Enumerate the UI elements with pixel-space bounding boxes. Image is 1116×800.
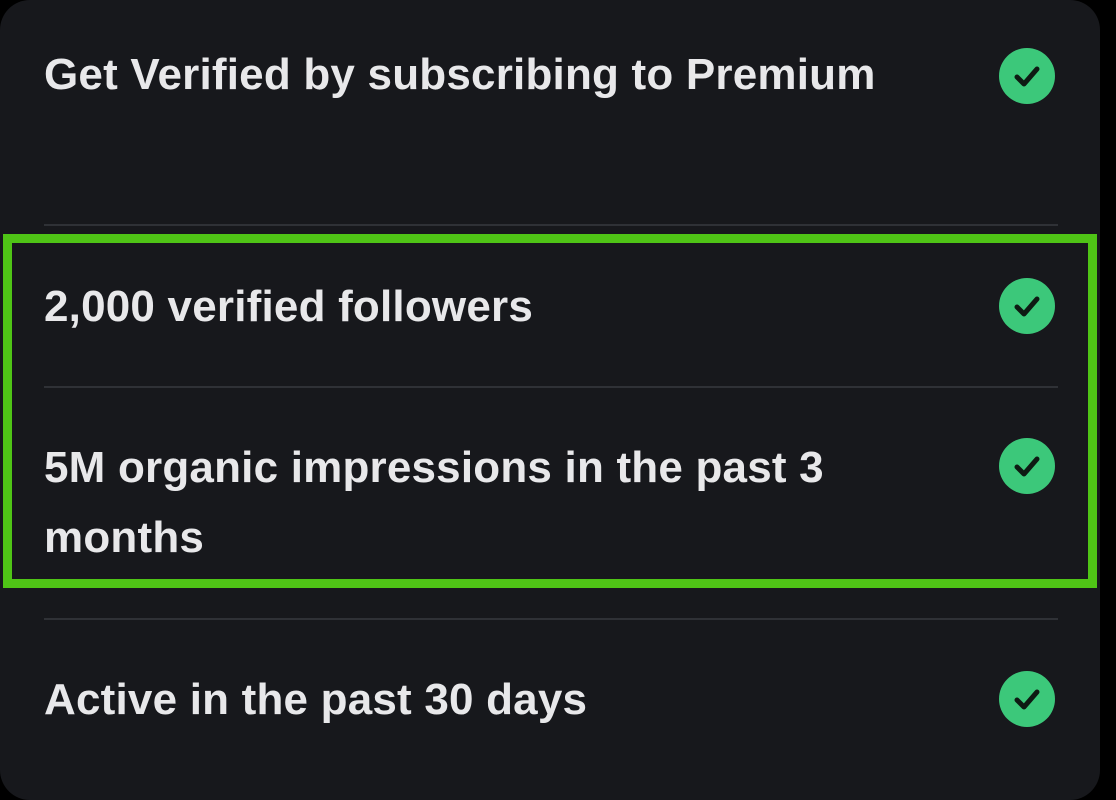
requirement-label: Active in the past 30 days — [44, 675, 588, 724]
requirements-panel: Get Verified by subscribing to Premium 2… — [0, 0, 1100, 800]
requirement-label: 5M organic impressions in the past 3 mon… — [44, 443, 824, 562]
requirement-row-verified-followers: 2,000 verified followers — [0, 226, 1100, 386]
check-circle-icon — [999, 48, 1055, 104]
requirement-row-active: Active in the past 30 days — [0, 620, 1100, 780]
check-circle-icon — [999, 278, 1055, 334]
requirement-row-impressions: 5M organic impressions in the past 3 mon… — [0, 388, 1100, 618]
check-circle-icon — [999, 438, 1055, 494]
requirement-label: Get Verified by subscribing to Premium — [44, 50, 876, 99]
requirement-label: 2,000 verified followers — [44, 282, 534, 331]
requirement-row-premium: Get Verified by subscribing to Premium — [0, 0, 1100, 225]
check-circle-icon — [999, 671, 1055, 727]
